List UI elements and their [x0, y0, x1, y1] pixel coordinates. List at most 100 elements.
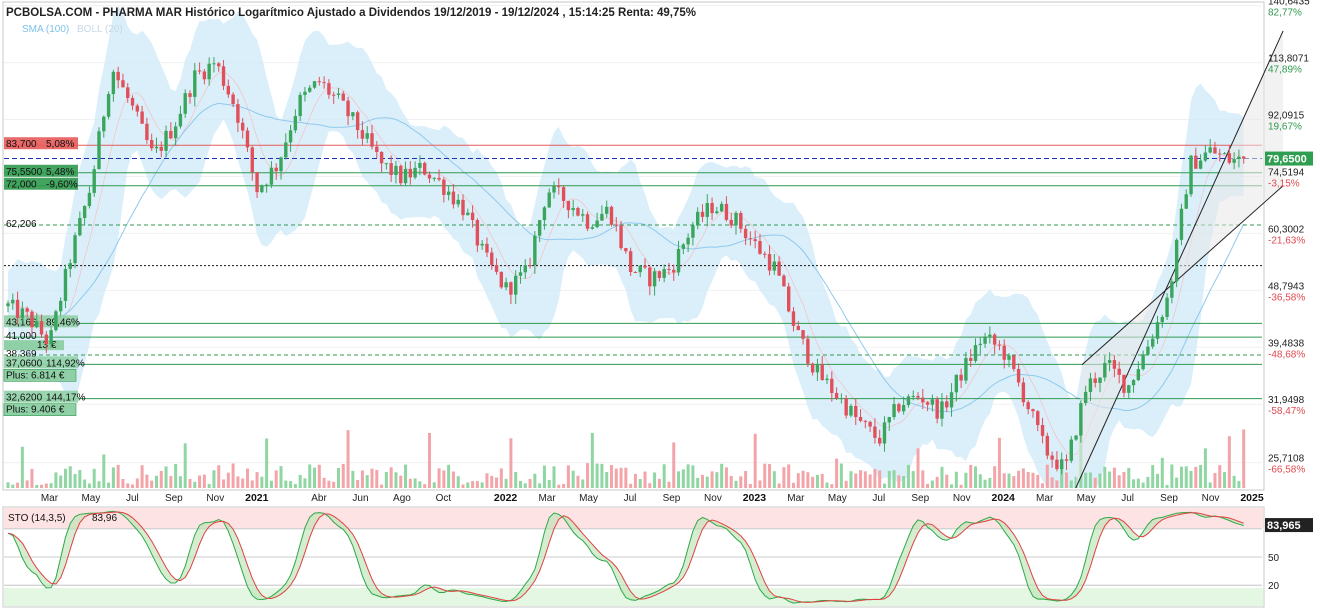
volume-bar [724, 467, 728, 488]
volume-bar [710, 471, 714, 488]
volume-bar [590, 432, 594, 488]
candle-body [63, 268, 68, 301]
x-tick-label: 2025 [1240, 492, 1264, 504]
candle-body [20, 308, 25, 318]
volume-bar [289, 481, 293, 488]
candle-body [1107, 360, 1112, 363]
volume-bar [475, 481, 479, 488]
candle-body [207, 63, 211, 80]
candle-body [767, 254, 772, 271]
volume-bar [499, 468, 503, 488]
candle-body [178, 113, 183, 127]
candle-body [945, 401, 949, 408]
volume-bar [662, 464, 666, 488]
candle-body [121, 80, 125, 88]
candle-body [585, 214, 590, 229]
volume-bar [959, 484, 963, 488]
volume-bar [1199, 464, 1203, 488]
volume-bar [427, 433, 431, 488]
candle-body [1203, 152, 1208, 161]
candle-body [830, 378, 834, 393]
volume-bar [887, 470, 891, 488]
volume-bar [169, 476, 173, 488]
volume-bar [811, 476, 815, 488]
volume-bar [806, 472, 810, 488]
level-pct-label: 144,17% [46, 393, 86, 404]
x-tick-label: Sep [1160, 493, 1178, 504]
level-price-label: 83,700 [6, 139, 37, 150]
volume-bar [1098, 473, 1102, 488]
candle-body [360, 130, 365, 139]
volume-bar [873, 469, 877, 488]
candle-body [1040, 425, 1045, 436]
volume-bar [600, 463, 604, 488]
candle-body [724, 203, 729, 220]
candle-body [628, 251, 633, 272]
volume-bar [274, 470, 278, 488]
volume-bar [878, 470, 882, 488]
volume-bar [1122, 472, 1126, 488]
volume-bar [787, 464, 791, 488]
volume-bar [1208, 482, 1212, 488]
candle-body [461, 199, 465, 216]
volume-bar [624, 467, 628, 488]
candle-body [1242, 156, 1246, 159]
volume-bar [145, 474, 149, 488]
candle-body [547, 192, 551, 208]
candle-body [240, 122, 245, 131]
volume-bar [1175, 477, 1179, 488]
price-tick-label: 39,4838 [1268, 338, 1305, 349]
volume-bar [653, 472, 657, 488]
volume-bar [92, 468, 96, 488]
volume-bar [605, 472, 609, 488]
volume-bar [63, 468, 67, 488]
candle-body [997, 344, 1002, 346]
candle-body [1237, 156, 1241, 159]
volume-bar [1141, 482, 1145, 488]
candle-body [1170, 281, 1174, 298]
candle-body [662, 268, 666, 278]
candle-body [604, 206, 609, 214]
volume-bar [370, 468, 374, 488]
volume-bar [154, 475, 158, 488]
volume-bar [207, 483, 211, 488]
candle-body [1002, 345, 1006, 360]
candle-body [552, 185, 556, 193]
candle-body [1184, 194, 1188, 209]
volume-bar [595, 463, 599, 488]
candle-body [561, 187, 566, 201]
percent-tick-label: -58,47% [1268, 406, 1305, 417]
volume-bar [815, 474, 819, 488]
level-pct-label: 5,08% [46, 139, 74, 150]
candle-body [1179, 208, 1184, 240]
volume-bar [346, 430, 350, 488]
volume-bar [911, 471, 915, 488]
volume-bar [140, 465, 144, 488]
volume-bar [174, 464, 178, 488]
volume-bar [677, 471, 681, 488]
candle-body [633, 271, 638, 273]
candle-body [102, 116, 106, 132]
candle-body [1055, 459, 1059, 470]
volume-bar [1170, 464, 1174, 488]
candle-body [1079, 403, 1083, 436]
volume-bar [255, 472, 259, 488]
candle-body [806, 338, 810, 364]
candle-body [1194, 155, 1198, 169]
volume-bar [413, 478, 417, 488]
candle-body [1189, 155, 1193, 195]
volume-bar [1036, 474, 1040, 488]
volume-bar [375, 469, 379, 488]
volume-bar [183, 443, 187, 488]
candle-body [882, 422, 887, 444]
candle-body [1218, 153, 1222, 155]
candle-body [284, 142, 288, 158]
volume-bar [1189, 470, 1193, 488]
candle-body [983, 336, 987, 344]
candle-body [648, 267, 652, 287]
volume-bar [964, 472, 968, 488]
candle-body [312, 81, 317, 88]
percent-tick-label: -66,58% [1268, 465, 1305, 476]
candle-body [930, 399, 935, 405]
candle-body [973, 345, 978, 361]
